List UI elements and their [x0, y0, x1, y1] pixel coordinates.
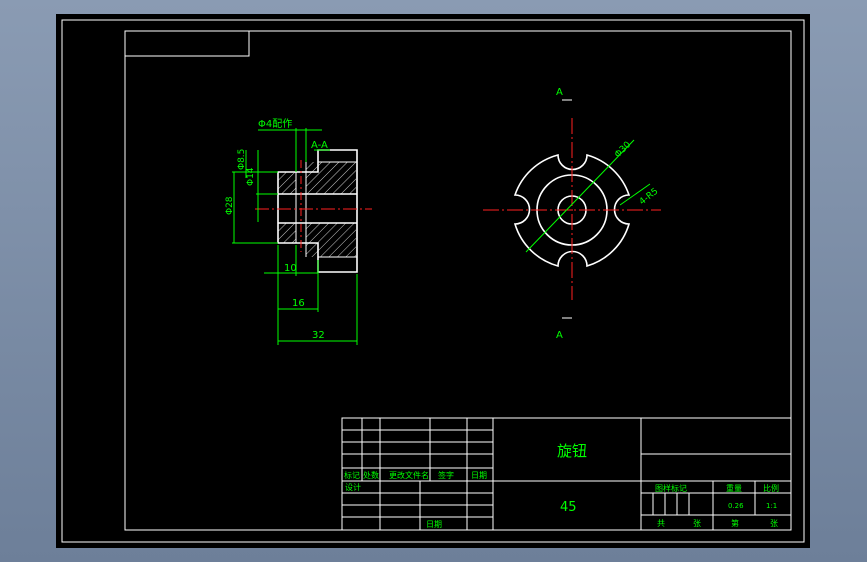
- label-date2: 日期: [426, 520, 442, 529]
- dim-d8: Φ8.5: [237, 149, 247, 170]
- label-weight: 重量: [726, 483, 742, 493]
- label-date: 日期: [471, 471, 487, 480]
- inner-border: [124, 30, 792, 531]
- weight-value: 0.26: [728, 502, 744, 510]
- hatch-lower-right: [306, 223, 356, 257]
- label-sheet2: 张: [770, 519, 778, 528]
- label-change-doc: 更改文件名: [389, 470, 429, 480]
- material: 45: [560, 500, 577, 515]
- dim-32: 32: [312, 330, 325, 341]
- hatch-upper-left: [278, 172, 296, 194]
- cad-drawing: Φ4配作 A-A Φ28 Φ14 Φ8.5 10 16 32 A A Φ30 4…: [61, 19, 805, 543]
- drawing-sheet: Φ4配作 A-A Φ28 Φ14 Φ8.5 10 16 32 A A Φ30 4…: [56, 14, 810, 548]
- view-label-bottom: A: [556, 330, 563, 341]
- outer-border: [61, 19, 805, 543]
- label-design: 设计: [345, 482, 361, 492]
- section-label: A-A: [311, 140, 328, 151]
- dim-phi30: Φ30: [613, 140, 633, 160]
- part-name: 旋钮: [557, 442, 587, 460]
- hatch-upper-right: [306, 162, 356, 194]
- dim-d28: Φ28: [225, 196, 235, 215]
- dim-hole-note: Φ4配作: [258, 118, 292, 130]
- scale-value: 1:1: [766, 502, 777, 510]
- label-sign: 签字: [438, 470, 454, 480]
- label-sheet: 张: [693, 519, 701, 528]
- code-box: [124, 30, 250, 57]
- dim-d14: Φ14: [246, 167, 256, 186]
- view-label-top: A: [556, 87, 563, 98]
- label-stage-mark: 图样标记: [655, 483, 687, 493]
- label-mark: 标记: [344, 470, 360, 480]
- dim-10: 10: [284, 263, 297, 274]
- hatch-lower-left: [278, 223, 296, 243]
- label-count: 处数: [363, 470, 379, 480]
- section-view: [232, 128, 372, 345]
- label-total: 共: [657, 519, 665, 528]
- label-scale: 比例: [763, 483, 779, 493]
- label-page: 第: [731, 518, 739, 528]
- front-view: [483, 99, 661, 319]
- dim-16: 16: [292, 298, 305, 309]
